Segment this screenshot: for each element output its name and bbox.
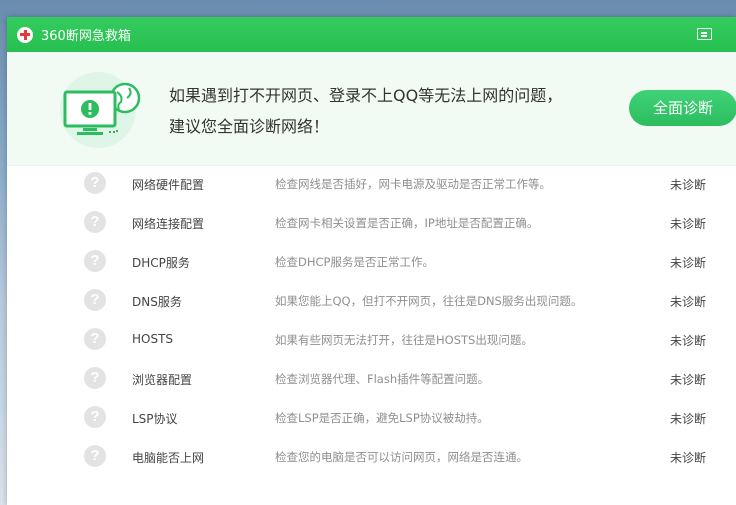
item-name: 浏览器配置 <box>132 373 193 387</box>
item-status: 未诊断 <box>670 373 707 387</box>
item-name: HOSTS <box>132 332 174 346</box>
banner: 如果遇到打不开网页、登录不上QQ等无法上网的问题， 建议您全面诊断网络！ 全面诊… <box>7 52 736 166</box>
item-description: 检查网卡相关设置是否正确，IP地址是否配置正确。 <box>275 216 539 230</box>
feedback-icon[interactable] <box>697 28 712 40</box>
item-name: 电脑能否上网 <box>132 451 205 465</box>
list-item: ? DHCP服务 检查DHCP服务是否正常工作。 未诊断 <box>7 244 736 283</box>
item-description: 检查网线是否插好，网卡电源及驱动是否正常工作等。 <box>275 177 551 191</box>
question-mark-icon: ? <box>84 445 106 467</box>
window-title: 360断网急救箱 <box>41 29 131 44</box>
title-bar[interactable]: 360断网急救箱 <box>7 17 736 52</box>
item-description: 检查浏览器代理、Flash插件等配置问题。 <box>275 372 490 386</box>
question-mark-icon: ? <box>84 406 106 428</box>
full-diagnosis-button[interactable]: 全面诊断 <box>629 90 736 126</box>
question-mark-icon: ? <box>84 367 106 389</box>
item-description: 如果您能上QQ，但打不开网页，往往是DNS服务出现问题。 <box>275 294 583 308</box>
list-item: ? 浏览器配置 检查浏览器代理、Flash插件等配置问题。 未诊断 <box>7 361 736 400</box>
item-status: 未诊断 <box>670 295 707 309</box>
item-description: 如果有些网页无法打开，往往是HOSTS出现问题。 <box>275 333 533 347</box>
question-mark-icon: ? <box>84 289 106 311</box>
list-item: ? 网络连接配置 检查网卡相关设置是否正确，IP地址是否配置正确。 未诊断 <box>7 205 736 244</box>
network-diagnosis-illustration-icon <box>60 72 141 148</box>
item-status: 未诊断 <box>670 412 707 426</box>
question-mark-icon: ? <box>84 172 106 194</box>
item-description: 检查DHCP服务是否正常工作。 <box>275 255 434 269</box>
list-item: ? 网络硬件配置 检查网线是否插好，网卡电源及驱动是否正常工作等。 未诊断 <box>7 166 736 205</box>
list-item: ? DNS服务 如果您能上QQ，但打不开网页，往往是DNS服务出现问题。 未诊断 <box>7 283 736 322</box>
item-name: 网络硬件配置 <box>132 178 205 192</box>
item-name: 网络连接配置 <box>132 217 205 231</box>
diagnosis-item-list: ? 网络硬件配置 检查网线是否插好，网卡电源及驱动是否正常工作等。 未诊断 ? … <box>7 166 736 478</box>
question-mark-icon: ? <box>84 250 106 272</box>
item-status: 未诊断 <box>670 334 707 348</box>
banner-headline: 如果遇到打不开网页、登录不上QQ等无法上网的问题， <box>169 86 563 105</box>
question-mark-icon: ? <box>84 211 106 233</box>
first-aid-logo-icon <box>17 26 33 43</box>
item-name: DHCP服务 <box>132 256 190 270</box>
item-status: 未诊断 <box>670 256 707 270</box>
item-status: 未诊断 <box>670 178 707 192</box>
list-item: ? 电脑能否上网 检查您的电脑是否可以访问网页，网络是否连通。 未诊断 <box>7 439 736 478</box>
list-item: ? LSP协议 检查LSP是否正确，避免LSP协议被劫持。 未诊断 <box>7 400 736 439</box>
item-status: 未诊断 <box>670 451 707 465</box>
question-mark-icon: ? <box>84 328 106 350</box>
banner-subline: 建议您全面诊断网络！ <box>169 117 330 136</box>
item-name: LSP协议 <box>132 412 178 426</box>
list-item: ? HOSTS 如果有些网页无法打开，往往是HOSTS出现问题。 未诊断 <box>7 322 736 361</box>
item-description: 检查您的电脑是否可以访问网页，网络是否连通。 <box>275 450 528 464</box>
item-name: DNS服务 <box>132 295 182 309</box>
app-window: 360断网急救箱 如果遇到打不开网页、登录不上QQ等无法上网的问题， 建议您全面… <box>7 17 736 505</box>
item-status: 未诊断 <box>670 217 707 231</box>
item-description: 检查LSP是否正确，避免LSP协议被劫持。 <box>275 411 489 425</box>
